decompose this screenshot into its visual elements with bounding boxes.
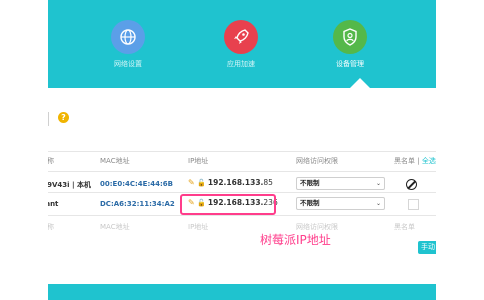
col-header-ip: IP地址 xyxy=(188,157,209,165)
left-margin xyxy=(0,0,48,300)
toolbar-row: ? xyxy=(48,108,436,134)
col-header-blacklist-label: 黑名单 xyxy=(394,157,415,165)
nav-item-device-management[interactable]: 设备管理 xyxy=(310,20,390,69)
footer-header-ip: IP地址 xyxy=(188,223,209,231)
row-divider xyxy=(48,192,436,193)
rocket-icon xyxy=(224,20,258,54)
device-ip: 192.168.133.85 xyxy=(207,178,273,187)
device-name: tant xyxy=(48,200,59,208)
footer-header-blacklist: 黑名单 xyxy=(394,223,415,231)
access-select[interactable]: 不限制 ⌄ xyxy=(296,177,385,190)
help-icon[interactable]: ? xyxy=(58,112,69,123)
blacklist-checkbox[interactable] xyxy=(408,199,419,210)
device-name: C9V43i | 本机 xyxy=(48,181,91,189)
device-mac: DC:A6:32:11:34:A2 xyxy=(100,200,175,208)
manual-add-button[interactable]: 手动 xyxy=(418,241,436,254)
access-select[interactable]: 不限制 ⌄ xyxy=(296,197,385,210)
bottom-bar xyxy=(48,284,436,300)
footer-header-name: 名称 xyxy=(48,223,54,231)
footer-header-mac: MAC地址 xyxy=(100,223,130,231)
toolbar-divider xyxy=(48,112,49,126)
nav-item-network-settings[interactable]: 网络设置 xyxy=(88,20,168,69)
select-all-link[interactable]: 全选 xyxy=(422,157,436,165)
col-header-name: 名称 xyxy=(48,157,54,165)
nav-item-app-acceleration[interactable]: 应用加速 xyxy=(201,20,281,69)
row-divider xyxy=(48,215,436,216)
nav-label-network-settings: 网络设置 xyxy=(114,60,142,68)
table-top-border xyxy=(48,151,436,152)
ip-highlight-box xyxy=(180,194,276,215)
right-margin xyxy=(436,0,484,300)
col-header-sep: | xyxy=(417,157,420,165)
blocked-icon[interactable] xyxy=(406,179,417,190)
nav-label-device-management: 设备管理 xyxy=(336,60,364,68)
globe-icon xyxy=(111,20,145,54)
chevron-down-icon: ⌄ xyxy=(375,200,381,207)
annotation-label: 树莓派IP地址 xyxy=(260,233,331,247)
chevron-down-icon: ⌄ xyxy=(375,180,381,187)
top-nav-bar: 网络设置 应用加速 设备管理 xyxy=(48,0,436,88)
nav-label-app-acceleration: 应用加速 xyxy=(227,60,255,68)
col-header-blacklist: 黑名单 | 全选 xyxy=(394,156,436,166)
shield-user-icon xyxy=(333,20,367,54)
lock-icon[interactable]: 🔓 xyxy=(197,179,206,187)
ip-cell: ✎ 🔓 192.168.133.85 xyxy=(188,178,273,187)
edit-icon[interactable]: ✎ xyxy=(188,178,195,187)
access-select-value: 不限制 xyxy=(300,199,320,207)
access-select-value: 不限制 xyxy=(300,179,320,187)
device-list-panel: ? 名称 MAC地址 IP地址 网络访问权限 黑名单 | 全选 C9V43i |… xyxy=(48,88,436,284)
active-tab-pointer xyxy=(350,78,370,88)
device-mac: 00:E0:4C:4E:44:6B xyxy=(100,180,173,188)
col-header-mac: MAC地址 xyxy=(100,157,130,165)
header-divider xyxy=(48,171,436,172)
col-header-access: 网络访问权限 xyxy=(296,157,338,165)
